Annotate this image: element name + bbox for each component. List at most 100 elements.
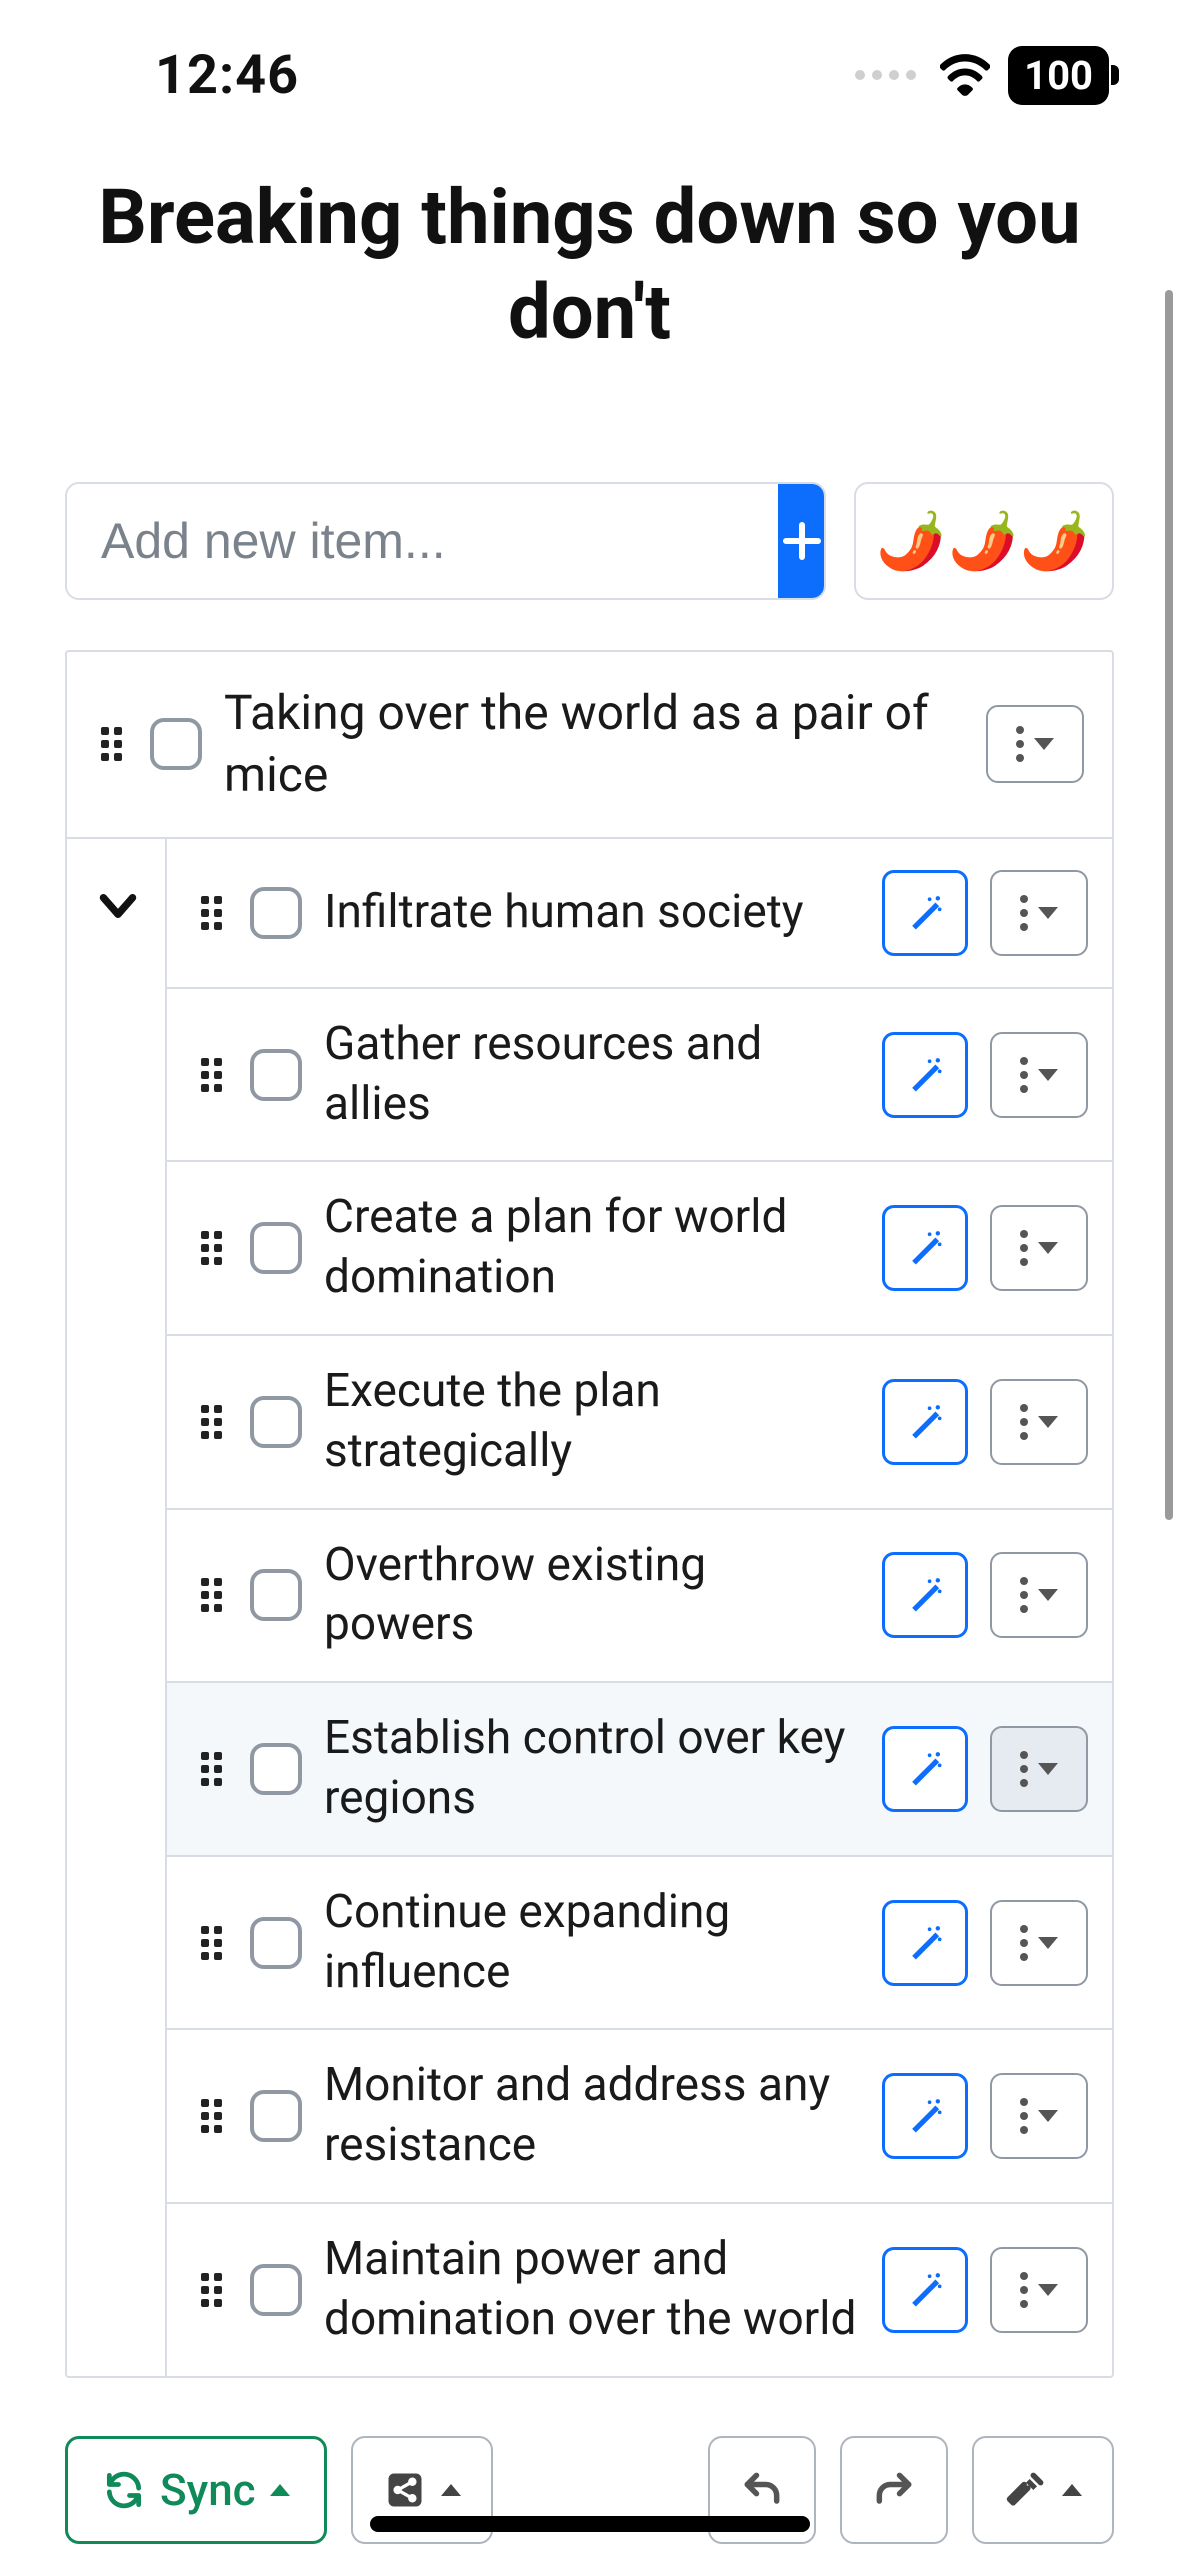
task-child-row: Maintain power and domination over the w…	[167, 2204, 1112, 2376]
caret-up-icon	[1062, 2484, 1082, 2496]
ai-breakdown-button[interactable]	[882, 1205, 968, 1291]
caret-down-icon	[1038, 1937, 1058, 1949]
drag-handle-icon[interactable]	[195, 1052, 228, 1098]
task-text[interactable]: Monitor and address any resistance	[324, 2056, 860, 2176]
caret-down-icon	[1038, 1242, 1058, 1254]
caret-down-icon	[1038, 907, 1058, 919]
task-checkbox[interactable]	[250, 2264, 302, 2316]
task-text[interactable]: Gather resources and allies	[324, 1015, 860, 1135]
drag-handle-icon[interactable]	[195, 1920, 228, 1966]
magic-wand-icon	[903, 1747, 947, 1791]
add-item-button[interactable]	[778, 484, 826, 598]
task-text[interactable]: Execute the plan strategically	[324, 1362, 860, 1482]
task-menu-button[interactable]	[990, 1205, 1088, 1291]
task-menu-button[interactable]	[990, 1726, 1088, 1812]
task-checkbox[interactable]	[250, 1396, 302, 1448]
caret-down-icon	[1038, 1069, 1058, 1081]
caret-down-icon	[1038, 1416, 1058, 1428]
drag-handle-icon[interactable]	[195, 1572, 228, 1618]
ai-breakdown-button[interactable]	[882, 870, 968, 956]
battery-level: 100	[1024, 52, 1093, 99]
collapse-toggle[interactable]	[93, 881, 143, 935]
kebab-icon	[1020, 1577, 1028, 1613]
task-checkbox[interactable]	[150, 718, 202, 770]
tools-button[interactable]	[972, 2436, 1114, 2544]
sync-label: Sync	[160, 2464, 256, 2516]
task-checkbox[interactable]	[250, 1569, 302, 1621]
task-checkbox[interactable]	[250, 1222, 302, 1274]
drag-handle-icon[interactable]	[195, 1746, 228, 1792]
drag-handle-icon[interactable]	[195, 1225, 228, 1271]
magic-wand-icon	[903, 1921, 947, 1965]
task-menu-button[interactable]	[990, 870, 1088, 956]
task-text[interactable]: Establish control over key regions	[324, 1709, 860, 1829]
kebab-icon	[1020, 1925, 1028, 1961]
kebab-icon	[1020, 1230, 1028, 1266]
kebab-icon	[1016, 726, 1024, 762]
ai-breakdown-button[interactable]	[882, 2073, 968, 2159]
ai-breakdown-button[interactable]	[882, 1726, 968, 1812]
magic-wand-icon	[903, 1573, 947, 1617]
sync-button[interactable]: Sync	[65, 2436, 327, 2544]
task-menu-button[interactable]	[990, 2247, 1088, 2333]
status-right: 100	[855, 46, 1109, 105]
drag-handle-icon[interactable]	[195, 2093, 228, 2139]
magic-wand-icon	[903, 1053, 947, 1097]
spice-level-button[interactable]: 🌶️🌶️🌶️	[854, 482, 1114, 600]
task-child-row: Infiltrate human society	[167, 839, 1112, 989]
task-text[interactable]: Create a plan for world domination	[324, 1188, 860, 1308]
task-menu-button[interactable]	[986, 705, 1084, 783]
share-icon	[383, 2468, 427, 2512]
task-text[interactable]: Continue expanding influence	[324, 1883, 860, 2003]
plus-icon	[778, 517, 826, 565]
caret-down-icon	[1038, 2284, 1058, 2296]
ai-breakdown-button[interactable]	[882, 1900, 968, 1986]
drag-handle-icon[interactable]	[95, 721, 128, 767]
ai-breakdown-button[interactable]	[882, 2247, 968, 2333]
magic-wand-icon	[903, 1226, 947, 1270]
task-parent-row: Taking over the world as a pair of mice	[67, 652, 1112, 839]
cellular-dots-icon	[855, 70, 916, 80]
page-title: Breaking things down so you don't	[0, 170, 1179, 360]
task-checkbox[interactable]	[250, 1049, 302, 1101]
hammer-icon	[1004, 2468, 1048, 2512]
task-checkbox[interactable]	[250, 887, 302, 939]
kebab-icon	[1020, 2098, 1028, 2134]
home-indicator[interactable]	[370, 2516, 810, 2532]
add-item-input[interactable]	[67, 484, 778, 598]
caret-down-icon	[1034, 738, 1054, 750]
task-text[interactable]: Infiltrate human society	[324, 883, 860, 943]
drag-handle-icon[interactable]	[195, 890, 228, 936]
input-row: 🌶️🌶️🌶️	[65, 482, 1114, 600]
task-menu-button[interactable]	[990, 1379, 1088, 1465]
redo-icon	[872, 2468, 916, 2512]
task-child-row: Establish control over key regions	[167, 1683, 1112, 1857]
ai-breakdown-button[interactable]	[882, 1552, 968, 1638]
caret-up-icon	[270, 2484, 290, 2496]
scroll-indicator[interactable]	[1165, 290, 1173, 1520]
task-text[interactable]: Overthrow existing powers	[324, 1536, 860, 1656]
task-checkbox[interactable]	[250, 2090, 302, 2142]
ai-breakdown-button[interactable]	[882, 1032, 968, 1118]
task-text[interactable]: Taking over the world as a pair of mice	[224, 682, 964, 807]
task-menu-button[interactable]	[990, 1900, 1088, 1986]
task-checkbox[interactable]	[250, 1743, 302, 1795]
task-menu-button[interactable]	[990, 2073, 1088, 2159]
task-child-row: Continue expanding influence	[167, 1857, 1112, 2031]
sync-icon	[102, 2468, 146, 2512]
task-menu-button[interactable]	[990, 1552, 1088, 1638]
task-text[interactable]: Maintain power and domination over the w…	[324, 2230, 860, 2350]
wifi-icon	[940, 54, 990, 96]
task-child-row: Create a plan for world domination	[167, 1162, 1112, 1336]
undo-icon	[740, 2468, 784, 2512]
chevron-down-icon	[93, 881, 143, 931]
drag-handle-icon[interactable]	[195, 1399, 228, 1445]
ai-breakdown-button[interactable]	[882, 1379, 968, 1465]
task-child-row: Gather resources and allies	[167, 989, 1112, 1163]
caret-up-icon	[441, 2484, 461, 2496]
task-menu-button[interactable]	[990, 1032, 1088, 1118]
drag-handle-icon[interactable]	[195, 2267, 228, 2313]
redo-button[interactable]	[840, 2436, 948, 2544]
task-checkbox[interactable]	[250, 1917, 302, 1969]
caret-down-icon	[1038, 1763, 1058, 1775]
